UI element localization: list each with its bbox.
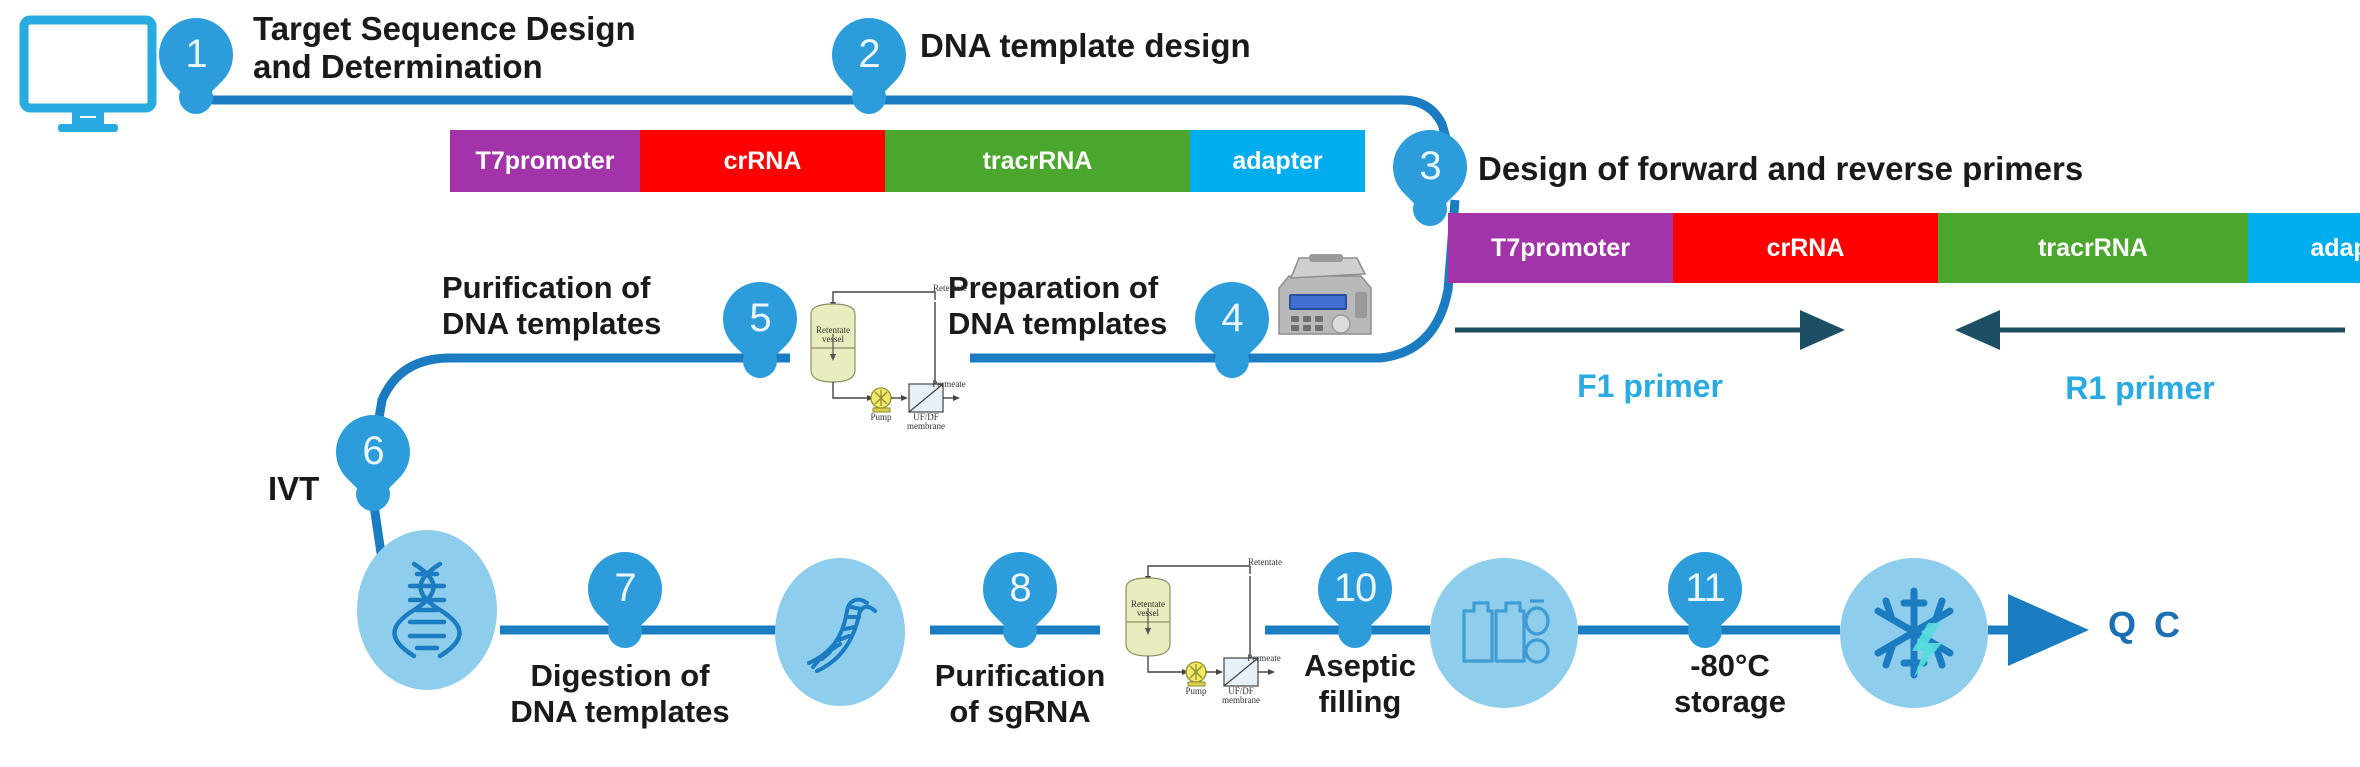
step-marker-1[interactable]: 1	[143, 2, 249, 114]
pcr-thermocycler-icon	[1265, 248, 1385, 353]
pin-dot-8	[1003, 614, 1037, 648]
seq-segment-top-tracrrna: tracrRNA	[885, 130, 1190, 192]
seq-segment-primer-t7promoter: T7promoter	[1448, 213, 1673, 283]
step-marker-8[interactable]: 8	[967, 536, 1073, 648]
step-marker-2[interactable]: 2	[816, 2, 922, 114]
tff-retentate-label-2: Retentate	[1248, 557, 1282, 567]
step-label-4: Preparation of DNA templates	[948, 270, 1168, 341]
seq-segment-top-adapter: adapter	[1190, 130, 1365, 192]
pin-dot-10	[1338, 614, 1372, 648]
dna-double-helix-icon	[357, 530, 497, 690]
tff-pump-label-2: Pump	[1185, 686, 1207, 696]
tff-diagram-sgrna: Retentate vessel Retentate Pump UF/DF me…	[1100, 552, 1282, 705]
step-label-6: IVT	[268, 470, 320, 507]
step-label-10: Aseptic filling	[1304, 648, 1416, 719]
rna-single-strand-icon	[775, 558, 905, 706]
vials-filling-icon	[1430, 558, 1578, 708]
tff-vessel-label: Retentate vessel	[816, 325, 850, 345]
pin-dot-6	[356, 477, 390, 511]
seq-segment-top-crrna: crRNA	[640, 130, 885, 192]
step-marker-4[interactable]: 4	[1179, 266, 1285, 378]
snowflake-freezer-icon	[1840, 558, 1988, 708]
tff-diagram-dna: Retentate vessel Retentate Pump UF/DF me…	[785, 278, 967, 431]
pin-dot-3	[1413, 192, 1447, 226]
r1-primer-label: R1 primer	[2065, 370, 2215, 406]
step-marker-3[interactable]: 3	[1377, 114, 1483, 226]
step-label-3: Design of forward and reverse primers	[1478, 150, 2084, 187]
seq-segment-top-t7promoter: T7promoter	[450, 130, 640, 192]
pin-dot-2	[852, 80, 886, 114]
tff-membrane-label-2: UF/DF membrane	[1222, 686, 1260, 706]
f1-primer-label: F1 primer	[1577, 368, 1723, 404]
step-label-7: Digestion of DNA templates	[510, 658, 730, 729]
seq-segment-primer-crrna: crRNA	[1673, 213, 1938, 283]
sequence-bar-primers: T7promotercrRNAtracrRNAadapter	[1448, 213, 2360, 283]
step-marker-7[interactable]: 7	[572, 536, 678, 648]
workflow-diagram: 1 Target Sequence Design and Determinati…	[0, 0, 2360, 767]
step-label-11: -80°C storage	[1674, 648, 1786, 719]
step-label-5: Purification of DNA templates	[442, 270, 662, 341]
tff-pump-label: Pump	[870, 412, 892, 422]
monitor-icon	[18, 14, 158, 139]
step-marker-11[interactable]: 11	[1652, 536, 1758, 648]
step-marker-6[interactable]: 6	[320, 399, 426, 511]
tff-retentate-label: Retentate	[933, 283, 967, 293]
qc-label: Q C	[2108, 604, 2185, 645]
tff-permeate-label: Permeate	[932, 379, 966, 389]
seq-segment-primer-adapter: adapter	[2248, 213, 2360, 283]
step-label-1: Target Sequence Design and Determination	[253, 10, 636, 86]
pin-dot-5	[743, 344, 777, 378]
pin-dot-7	[608, 614, 642, 648]
tff-membrane-label: UF/DF membrane	[907, 412, 945, 432]
pin-dot-1	[179, 80, 213, 114]
seq-segment-primer-tracrrna: tracrRNA	[1938, 213, 2248, 283]
tff-vessel-label-2: Retentate vessel	[1131, 599, 1165, 619]
step-marker-10[interactable]: 10	[1302, 536, 1408, 648]
pin-dot-11	[1688, 614, 1722, 648]
pin-dot-4	[1215, 344, 1249, 378]
step-label-2: DNA template design	[920, 27, 1251, 64]
sequence-bar-top: T7promoter crRNA tracrRNA adapter	[450, 130, 1365, 192]
